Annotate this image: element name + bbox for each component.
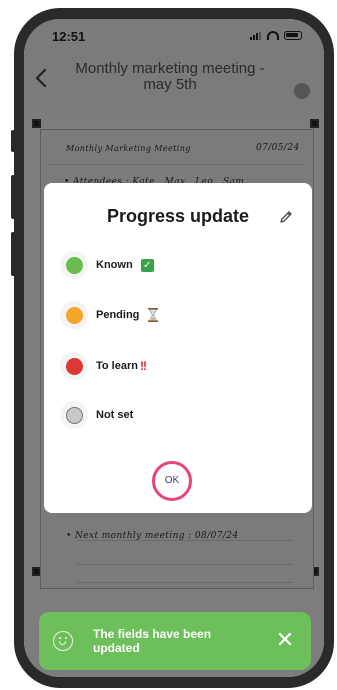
status-time: 12:51 [52, 29, 86, 44]
note-heading: Monthly Marketing Meeting [66, 144, 191, 153]
option-label: Known [96, 259, 133, 271]
radio-not-set[interactable] [60, 401, 88, 429]
battery-icon [284, 31, 302, 40]
smile-icon [53, 631, 73, 651]
status-icons [250, 31, 302, 40]
corner-marker-icon [32, 119, 41, 128]
radio-known[interactable] [60, 251, 88, 279]
option-pending[interactable]: Pending [60, 300, 159, 330]
screen: 12:51 Monthly marketing meeting - may 5t… [24, 19, 324, 677]
option-to-learn[interactable]: To learn !! [60, 351, 147, 381]
note-rule [77, 564, 293, 565]
option-label: Pending [96, 309, 140, 321]
pencil-icon[interactable] [278, 209, 294, 225]
page-title: Monthly marketing meeting - may 5th [75, 60, 265, 93]
signal-icon [250, 31, 262, 40]
progress-modal: Progress update Known ✓ Pending To learn… [44, 183, 312, 513]
note-date: 07/05/24 [256, 143, 300, 153]
corner-marker-icon [310, 119, 319, 128]
check-emoji-icon: ✓ [140, 258, 154, 272]
status-bar: 12:51 [24, 19, 324, 53]
radio-to-learn[interactable] [60, 352, 88, 380]
ok-button[interactable]: OK [155, 464, 189, 498]
note-next-meeting: • Next monthly meeting : 08/07/24 [66, 531, 239, 541]
toast-message: The fields have been updated [93, 627, 212, 655]
option-label: Not set [96, 409, 134, 421]
close-icon[interactable]: ✕ [271, 626, 299, 654]
modal-title: Progress update [106, 206, 250, 226]
sync-status-icon[interactable] [294, 83, 310, 99]
double-exclamation-emoji-icon: !! [139, 359, 147, 373]
option-not-set[interactable]: Not set [60, 400, 133, 430]
note-rule [49, 164, 305, 165]
radio-pending[interactable] [60, 301, 88, 329]
ok-button-highlight: OK [152, 461, 192, 501]
option-known[interactable]: Known ✓ [60, 250, 154, 280]
hourglass-emoji-icon [148, 308, 159, 322]
note-rule [77, 582, 293, 583]
app-header: Monthly marketing meeting - may 5th [24, 53, 324, 113]
wifi-icon [267, 31, 279, 40]
chevron-left-icon [35, 68, 47, 88]
option-label: To learn [96, 360, 138, 372]
success-toast: The fields have been updated ✕ [39, 612, 311, 670]
back-button[interactable] [34, 65, 58, 95]
